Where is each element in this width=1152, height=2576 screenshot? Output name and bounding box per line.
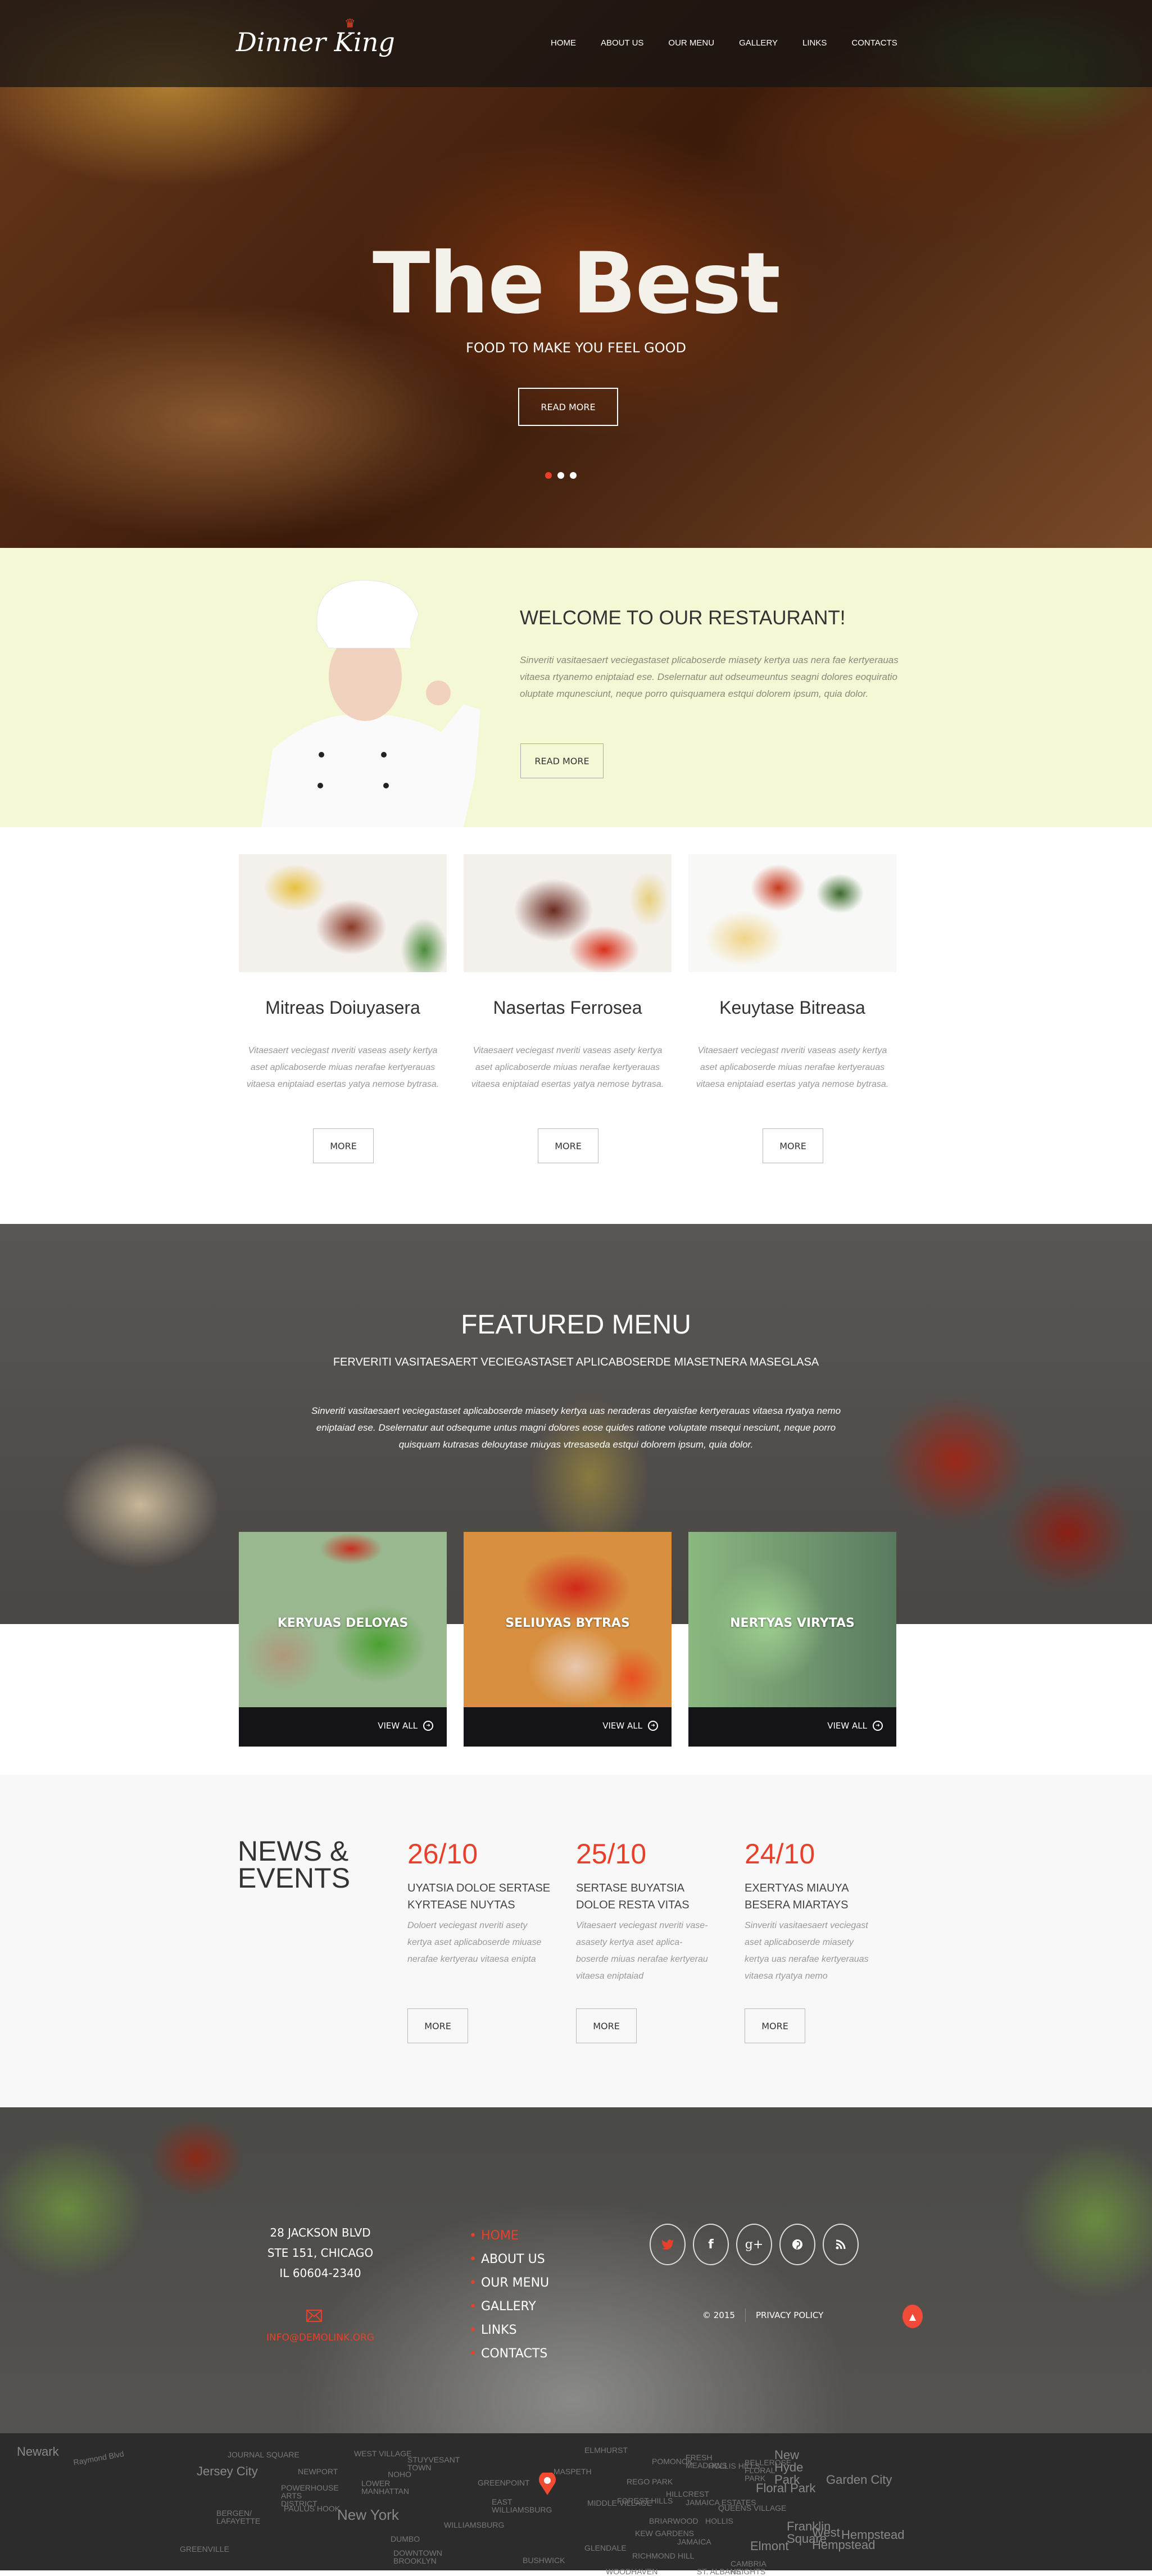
dish-title-3: Keuytase Bitreasa	[719, 997, 865, 1018]
news-heading: NEWS & EVENTS	[238, 1835, 351, 1894]
footer-nav: HOME ABOUT US OUR MENU GALLERY LINKS CON…	[469, 2224, 549, 2366]
dish-image-3	[688, 854, 896, 972]
footer-nav-contacts[interactable]: CONTACTS	[469, 2342, 549, 2366]
facebook-icon[interactable]: f	[693, 2224, 729, 2265]
hero-read-more-button[interactable]: READ MORE	[518, 388, 618, 426]
google-plus-icon[interactable]: g+	[736, 2224, 772, 2265]
nav-home[interactable]: HOME	[551, 38, 576, 48]
footer-nav-links[interactable]: LINKS	[469, 2319, 549, 2342]
dish-more-button-1[interactable]: MORE	[313, 1128, 374, 1163]
featured-text: Sinveriti vasitaesaert veciegastaset apl…	[311, 1405, 841, 1450]
news-text-2: Vitaesaert veciegast nveriti vase-asaset…	[576, 1921, 708, 1981]
footer-nav-gallery[interactable]: GALLERY	[469, 2295, 549, 2319]
news-text-1: Doloert veciegast nveriti asety kertya a…	[407, 1921, 542, 1964]
dish-title-1: Mitreas Doiuyasera	[265, 997, 420, 1018]
footer	[0, 2107, 1152, 2433]
news-date-1: 26/10	[407, 1838, 478, 1870]
dish-text-1: Vitaesaert veciegast nveriti vaseas aset…	[246, 1046, 439, 1089]
view-all-link-2[interactable]: VIEW ALL ➜	[602, 1721, 658, 1731]
slider-dot-1[interactable]	[545, 472, 552, 479]
welcome-read-more-button[interactable]: READ MORE	[520, 743, 604, 778]
dish-image-2	[464, 854, 672, 972]
featured-card-label-1: KERYUAS DELOYAS	[277, 1616, 409, 1630]
main-nav: HOME ABOUT US OUR MENU GALLERY LINKS CON…	[551, 38, 922, 48]
nav-about-us[interactable]: ABOUT US	[601, 38, 643, 48]
featured-card-3[interactable]: NERTYAS VIRYTAS VIEW ALL ➜	[688, 1532, 896, 1747]
welcome-section: WELCOME TO OUR RESTAURANT! Sinveriti vas…	[0, 548, 1152, 827]
pinterest-icon[interactable]	[779, 2224, 815, 2265]
footer-bottom: © 2015 PRIVACY POLICY	[702, 2309, 823, 2322]
featured-subtitle: FERVERITI VASITAESAERT VECIEGASTASET APL…	[333, 1356, 819, 1368]
chef-image	[261, 580, 480, 827]
footer-email-link[interactable]: INFO@DEMOLINK.ORG	[236, 2332, 405, 2343]
nav-our-menu[interactable]: OUR MENU	[668, 38, 714, 48]
featured-card-2[interactable]: SELIUYAS BYTRAS VIEW ALL ➜	[464, 1532, 672, 1747]
map[interactable]: Newark Raymond Blvd Jersey City JOURNAL …	[0, 2433, 1152, 2576]
news-date-2: 25/10	[576, 1838, 647, 1870]
news-date-3: 24/10	[745, 1838, 815, 1870]
news-more-button-1[interactable]: MORE	[407, 2008, 468, 2043]
arrow-right-circle-icon: ➜	[873, 1721, 883, 1731]
nav-gallery[interactable]: GALLERY	[739, 38, 778, 48]
divider	[745, 2309, 746, 2322]
featured-card-label-2: SELIUYAS BYTRAS	[505, 1616, 630, 1630]
dish-text-3: Vitaesaert veciegast nveriti vaseas aset…	[696, 1046, 889, 1089]
hero-subtitle: FOOD TO MAKE YOU FEEL GOOD	[466, 340, 686, 356]
privacy-policy-link[interactable]: PRIVACY POLICY	[756, 2310, 823, 2320]
rss-icon[interactable]	[823, 2224, 859, 2265]
welcome-title: WELCOME TO OUR RESTAURANT!	[520, 607, 846, 629]
logo[interactable]: Dinner King	[236, 27, 395, 57]
slider-dot-2[interactable]	[557, 472, 564, 479]
map-marker-icon[interactable]	[538, 2473, 557, 2495]
slider-dot-3[interactable]	[570, 472, 577, 479]
news-more-button-3[interactable]: MORE	[745, 2008, 805, 2043]
news-more-button-2[interactable]: MORE	[576, 2008, 637, 2043]
dish-text-2: Vitaesaert veciegast nveriti vaseas aset…	[471, 1046, 664, 1089]
dish-more-button-3[interactable]: MORE	[763, 1128, 823, 1163]
featured-card-1[interactable]: KERYUAS DELOYAS VIEW ALL ➜	[239, 1532, 447, 1747]
arrow-right-circle-icon: ➜	[648, 1721, 658, 1731]
view-all-link-3[interactable]: VIEW ALL ➜	[827, 1721, 883, 1731]
copyright: © 2015	[702, 2310, 735, 2320]
footer-address: 28 JACKSON BLVD STE 151, CHICAGO IL 6060…	[267, 2226, 374, 2280]
hero-title: The Best	[372, 235, 781, 333]
envelope-icon	[306, 2310, 322, 2322]
nav-contacts[interactable]: CONTACTS	[851, 38, 897, 48]
news-text-3: Sinveriti vasitaesaert veciegast aset ap…	[745, 1921, 869, 1981]
footer-nav-our-menu[interactable]: OUR MENU	[469, 2271, 549, 2295]
news-title-3[interactable]: EXERTYAS MIAUYA BESERA MIARTAYS	[745, 1880, 891, 1913]
slider-pagination	[545, 472, 577, 479]
view-all-link-1[interactable]: VIEW ALL ➜	[378, 1721, 433, 1731]
news-title-1[interactable]: UYATSIA DOLOE SERTASE KYRTEASE NUYTAS	[407, 1880, 554, 1913]
dish-image-1	[239, 854, 447, 972]
dish-more-button-2[interactable]: MORE	[538, 1128, 598, 1163]
twitter-icon[interactable]	[650, 2224, 686, 2265]
scroll-to-top-button[interactable]: ▲	[902, 2305, 923, 2328]
footer-nav-home[interactable]: HOME	[469, 2224, 549, 2248]
nav-links[interactable]: LINKS	[802, 38, 827, 48]
footer-nav-about-us[interactable]: ABOUT US	[469, 2248, 549, 2271]
arrow-right-circle-icon: ➜	[423, 1721, 433, 1731]
featured-card-label-3: NERTYAS VIRYTAS	[730, 1616, 855, 1630]
welcome-text: Sinveriti vasitaesaert veciegastaset pli…	[520, 655, 899, 699]
chevron-up-icon: ▲	[909, 2311, 917, 2322]
featured-title: FEATURED MENU	[461, 1310, 691, 1340]
news-title-2[interactable]: SERTASE BUYATSIA DOLOE RESTA VITAS	[576, 1880, 722, 1913]
social-links: f g+	[650, 2224, 859, 2265]
dish-title-2: Nasertas Ferrosea	[493, 997, 642, 1018]
